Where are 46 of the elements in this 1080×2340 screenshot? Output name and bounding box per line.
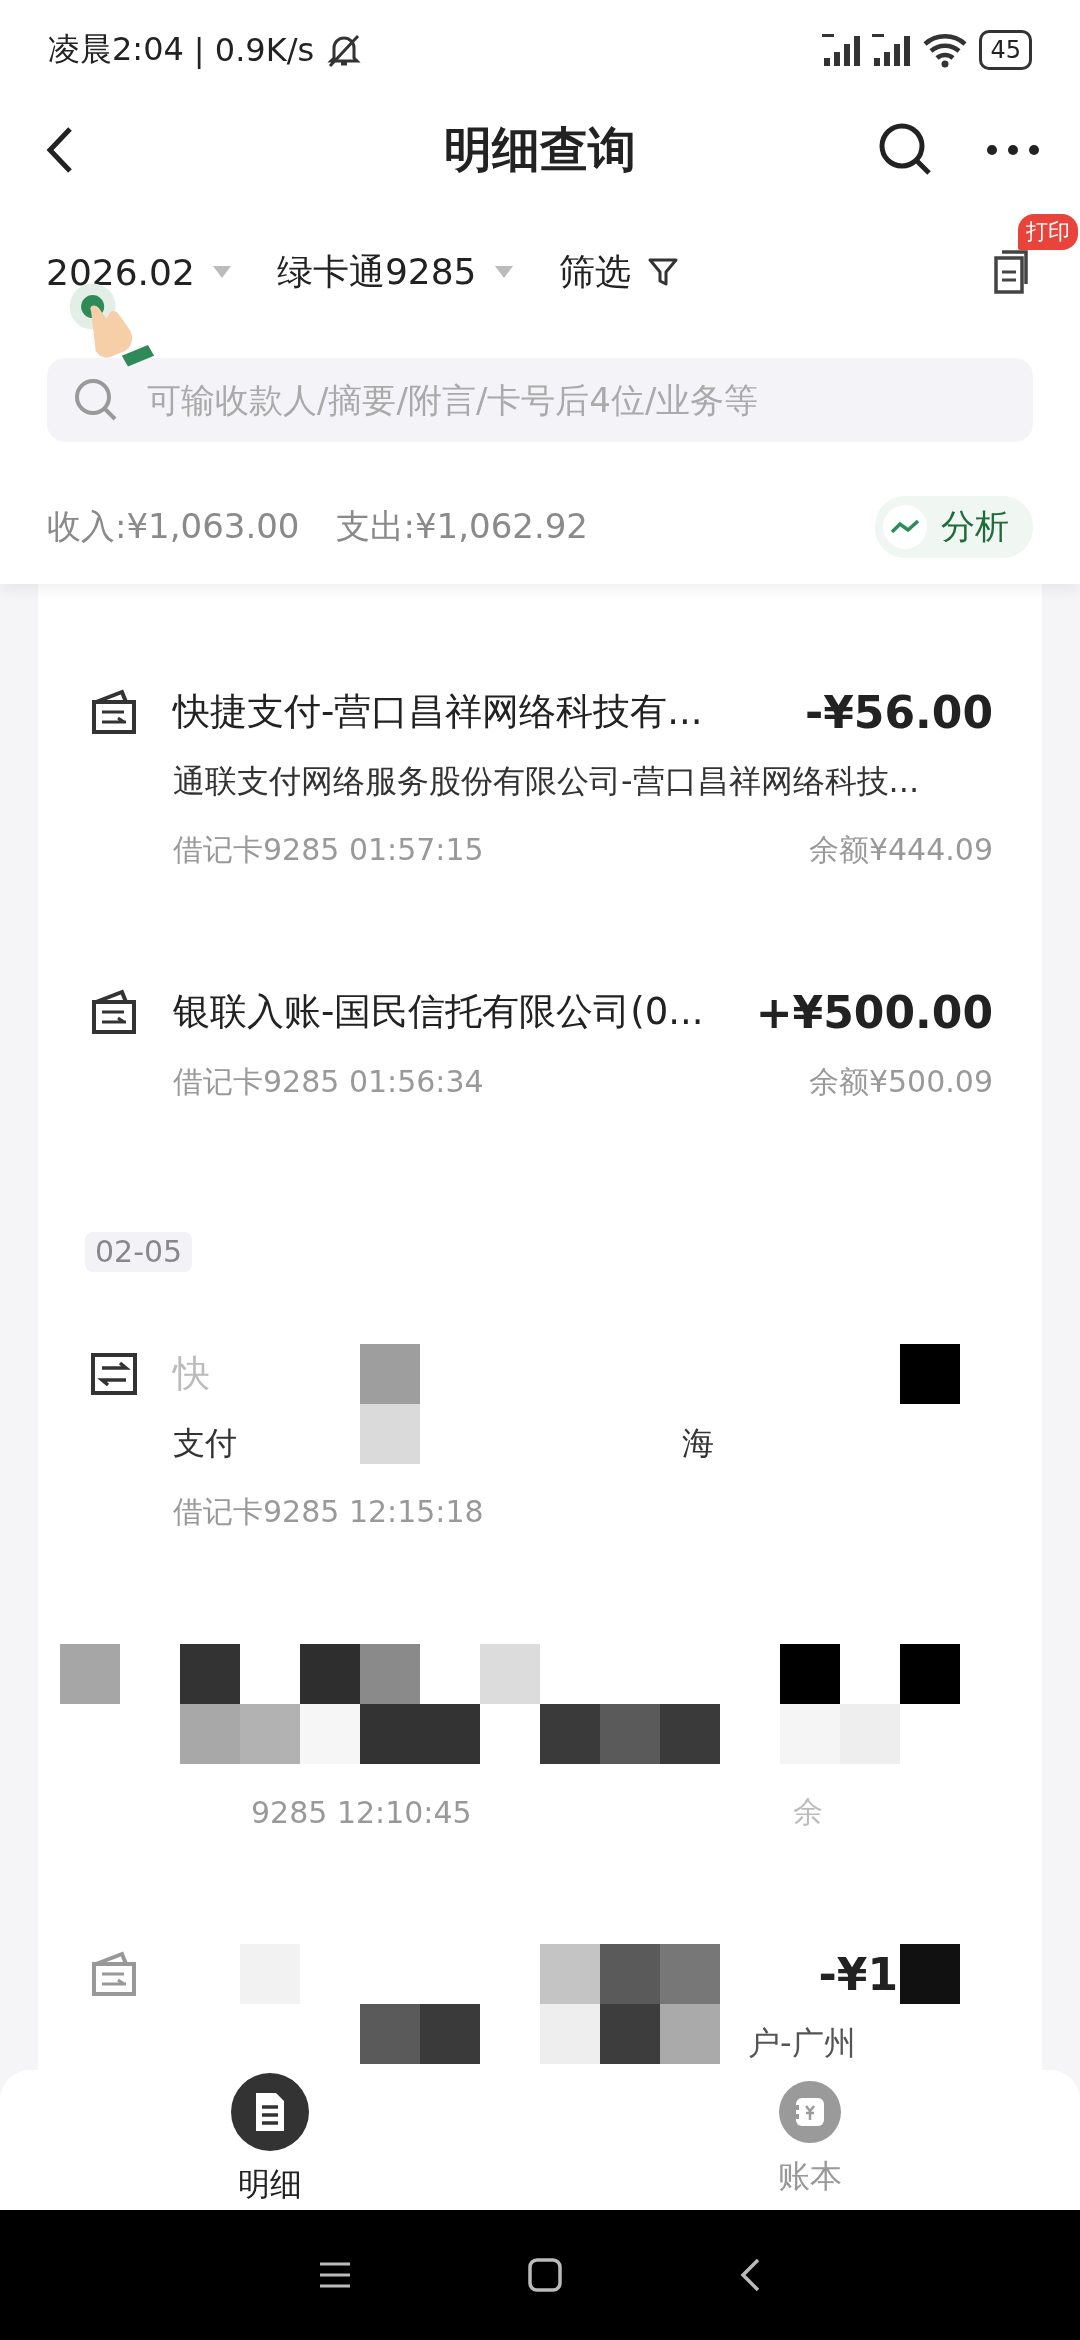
transaction-title: 快	[173, 1351, 211, 1397]
tab[interactable]: 明细	[0, 2070, 540, 2210]
income-total: 收入:¥1,063.00	[47, 505, 300, 548]
balance-text: 余额¥500.09	[808, 1062, 993, 1101]
dropdown-button[interactable]: 2026.02	[46, 251, 233, 293]
network-speed: | 0.9K/s	[193, 31, 315, 69]
transaction-amount: -¥56.00	[804, 686, 993, 738]
print-badge: 打印	[1018, 214, 1078, 250]
dropdown-caret-icon	[492, 264, 515, 280]
ledger-icon	[779, 2081, 841, 2143]
page-title: 明细查询	[444, 120, 636, 179]
filter-button[interactable]: 筛选	[558, 247, 679, 297]
menu-icon[interactable]	[317, 2260, 352, 2290]
balance-text: 余额¥444.09	[808, 830, 993, 869]
transfer-icon	[90, 1350, 138, 1398]
signal-icon	[871, 33, 912, 67]
filter-icon	[646, 256, 679, 288]
expense-total: 支出:¥1,062.92	[335, 505, 588, 548]
signal-icon	[821, 33, 862, 67]
more-icon[interactable]	[986, 143, 1040, 157]
transaction-amount: -¥1	[818, 1948, 898, 2000]
transaction-description: 通联支付网络服务股份有限公司-营口昌祥网络科技...	[173, 761, 920, 802]
battery-level: 45	[979, 30, 1032, 70]
transaction-time: 借记卡9285 01:57:15	[173, 830, 485, 869]
receipt-icon	[90, 1950, 138, 1998]
receipt-icon	[90, 988, 138, 1036]
receipt-icon	[90, 688, 138, 736]
trend-icon	[890, 518, 920, 536]
transaction-time: 借记卡9285 12:15:18	[173, 1492, 485, 1531]
transaction-amount: +¥500.00	[755, 986, 993, 1038]
analysis-button[interactable]: 分析	[875, 496, 1033, 558]
status-time: 凌晨2:04	[48, 29, 184, 70]
transaction-title: 快捷支付-营口昌祥网络科技有...	[173, 689, 704, 735]
date-label: 02-05	[85, 1232, 193, 1272]
transaction-description: 海	[682, 1423, 714, 1464]
transaction-description: 户-广州	[748, 2023, 856, 2064]
transaction-time: 9285 12:10:45	[250, 1794, 473, 1830]
transaction-title: 银联入账-国民信托有限公司(0...	[173, 989, 705, 1035]
transaction-time: 借记卡9285 01:56:34	[173, 1062, 485, 1101]
transaction-description: 支付	[173, 1423, 237, 1464]
balance-text: 余	[793, 1792, 823, 1831]
dropdown-caret-icon	[210, 264, 233, 280]
dropdown-button[interactable]: 绿卡通9285	[276, 247, 515, 297]
home-icon[interactable]	[527, 2257, 563, 2293]
document-icon	[231, 2073, 309, 2151]
search-field[interactable]: 可输收款人/摘要/附言/卡号后4位/业务等	[47, 358, 1033, 442]
